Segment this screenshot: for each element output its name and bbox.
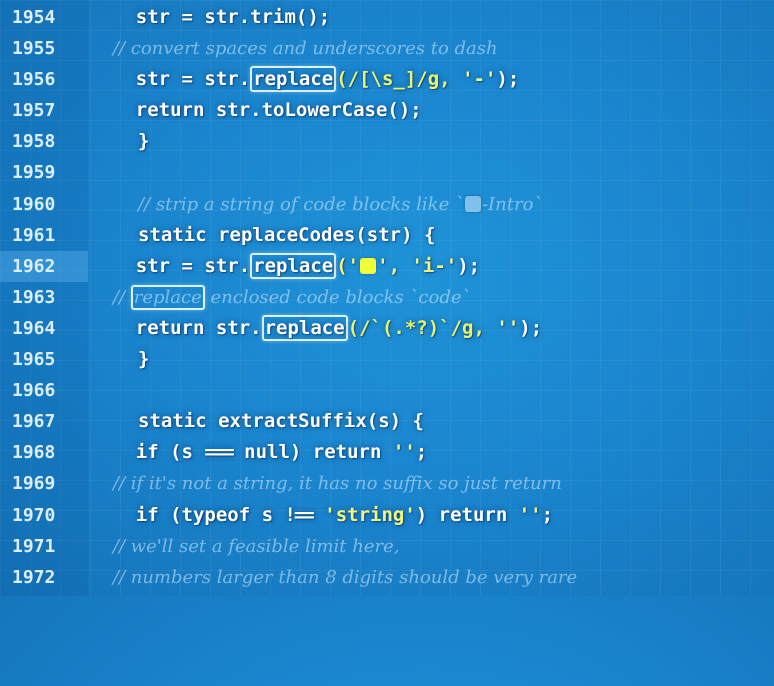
code-token: null) return <box>232 441 393 464</box>
line-number: 1964 <box>12 317 56 339</box>
code-line-1969[interactable]: 1969 // if it's not a string, it has no … <box>0 468 774 499</box>
code-line-1954[interactable]: 1954 str = str.trim(); <box>0 2 774 33</box>
string-token: ', <box>377 254 412 277</box>
line-number: 1970 <box>12 504 56 526</box>
code-line-1956[interactable]: 1956 str = str. replace (/[\s_]/g, '-'); <box>0 64 774 95</box>
code-token: str = str. <box>90 254 251 277</box>
line-number: 1968 <box>12 442 56 464</box>
line-number: 1957 <box>12 100 56 122</box>
line-number: 1960 <box>12 193 56 215</box>
operator-token: !== <box>284 503 314 526</box>
line-code: } <box>138 348 150 371</box>
code-token: if (typeof s <box>90 503 285 526</box>
regex-token: (/[\s_]/g, <box>336 68 463 91</box>
code-line-1967[interactable]: 1967 static extractSuffix(s) { <box>0 406 774 437</box>
code-comment: // we'll set a feasible limit here, <box>90 535 400 557</box>
line-number: 1962 <box>0 250 88 282</box>
line-number: 1967 <box>12 411 56 433</box>
code-line-1966[interactable]: 1966 <box>0 375 774 406</box>
comment-text: enclosed code blocks `code` <box>204 286 471 308</box>
operator-token: === <box>204 441 234 464</box>
line-number: 1971 <box>12 535 56 557</box>
string-token: '' <box>392 441 416 464</box>
code-comment: // if it's not a string, it has no suffi… <box>90 473 562 495</box>
code-token: ); <box>457 254 481 277</box>
line-number: 1955 <box>12 38 56 60</box>
string-token: '-' <box>462 68 497 91</box>
code-editor[interactable]: 1954 str = str.trim(); 1955 // convert s… <box>0 2 774 593</box>
comment-text: // <box>90 286 131 308</box>
code-line-1964[interactable]: 1964 return str. replace (/`(.*?)`/g, ''); <box>0 313 774 344</box>
line-code: str = str.trim(); <box>90 6 331 28</box>
code-line-1958[interactable]: 1958 } <box>0 126 774 157</box>
search-match-highlight[interactable]: replace <box>261 314 348 341</box>
line-number: 1966 <box>12 380 56 402</box>
search-match-highlight[interactable]: replace <box>250 252 337 279</box>
search-match-highlight[interactable]: replace <box>130 284 205 310</box>
string-token: 'i-' <box>411 254 458 277</box>
line-number: 1956 <box>12 69 56 91</box>
line-number: 1969 <box>12 473 56 495</box>
code-line-1959[interactable]: 1959 <box>0 157 774 188</box>
code-token: ) return <box>415 503 519 526</box>
unicode-placeholder-icon <box>360 257 377 274</box>
line-code: return str.toLowerCase(); <box>90 99 422 122</box>
line-code: static replaceCodes(str) { <box>138 223 436 246</box>
code-line-1963[interactable]: 1963 // replace enclosed code blocks `co… <box>0 282 774 313</box>
string-token: (' <box>336 254 360 277</box>
line-number: 1958 <box>12 131 56 153</box>
code-comment: // convert spaces and underscores to das… <box>90 38 498 60</box>
comment-text: -Intro` <box>481 193 543 215</box>
line-code: return str. replace (/`(.*?)`/g, ''); <box>90 313 542 344</box>
line-code: str = str. replace (' ', 'i-'); <box>90 251 480 282</box>
code-line-1955[interactable]: 1955 // convert spaces and underscores t… <box>0 33 774 64</box>
search-match-highlight[interactable]: replace <box>250 66 337 93</box>
code-comment: // numbers larger than 8 digits should b… <box>90 566 578 588</box>
string-token: '' <box>518 503 542 526</box>
line-number: 1972 <box>12 566 56 588</box>
code-token: ); <box>519 316 543 339</box>
line-code: str = str. replace (/[\s_]/g, '-'); <box>90 64 519 95</box>
code-line-1970[interactable]: 1970 if (typeof s !== 'string') return '… <box>0 500 774 531</box>
line-number: 1963 <box>12 286 56 308</box>
string-token: '' <box>496 316 520 339</box>
code-line-1968[interactable]: 1968 if (s === null) return ''; <box>0 437 774 468</box>
code-token: return str. <box>90 316 262 339</box>
line-number: 1959 <box>12 162 56 184</box>
unicode-placeholder-icon <box>464 195 481 212</box>
code-line-1957[interactable]: 1957 return str.toLowerCase(); <box>0 95 774 126</box>
line-code: } <box>138 130 150 153</box>
line-number: 1961 <box>12 224 56 246</box>
string-token: 'string' <box>324 503 416 526</box>
code-token: ; <box>541 503 554 526</box>
code-token: if (s <box>90 441 205 464</box>
line-number: 1965 <box>12 349 56 371</box>
code-token: ; <box>415 441 428 464</box>
line-code: if (s === null) return ''; <box>90 437 427 468</box>
code-token: ); <box>496 68 520 91</box>
code-line-1962[interactable]: 1962 str = str. replace (' ', 'i-'); <box>0 250 774 282</box>
code-line-1971[interactable]: 1971 // we'll set a feasible limit here, <box>0 531 774 562</box>
line-number: 1954 <box>12 7 56 28</box>
code-token: str = str. <box>90 68 251 91</box>
code-comment: // replace enclosed code blocks `code` <box>90 282 471 313</box>
line-code: static extractSuffix(s) { <box>138 410 424 433</box>
comment-text: // strip a string of code blocks like ` <box>138 193 464 215</box>
regex-token: (/`(.*?)`/g, <box>347 316 497 339</box>
line-code: if (typeof s !== 'string') return ''; <box>90 500 553 531</box>
code-line-1960[interactable]: 1960 // strip a string of code blocks li… <box>0 189 774 220</box>
code-comment: // strip a string of code blocks like ` -… <box>90 189 542 220</box>
code-line-1961[interactable]: 1961 static replaceCodes(str) { <box>0 220 774 251</box>
code-line-1965[interactable]: 1965 } <box>0 344 774 375</box>
code-line-1972[interactable]: 1972 // numbers larger than 8 digits sho… <box>0 562 774 593</box>
